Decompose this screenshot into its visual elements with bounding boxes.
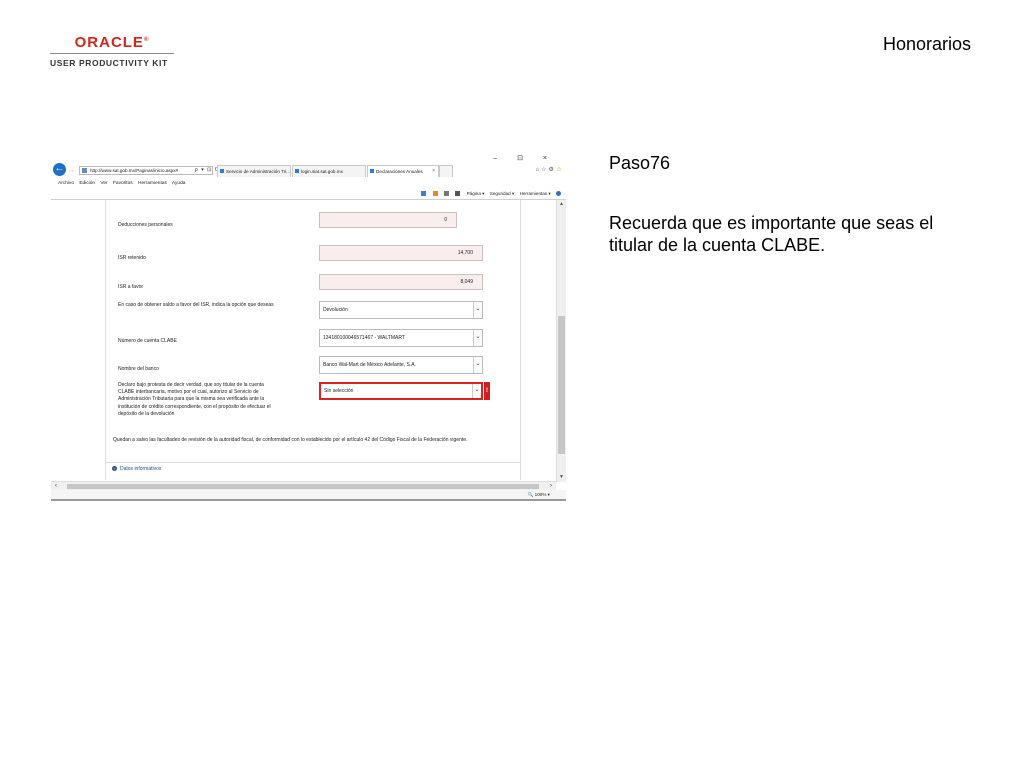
protesta-selected: Sin selección — [324, 388, 354, 394]
tab-favicon — [220, 169, 224, 173]
deducciones-label: Deducciones personales — [118, 222, 173, 228]
oracle-upk-logo: ORACLE® USER PRODUCTIVITY KIT — [50, 32, 174, 68]
protesta-label: Declaro bajo protesta de decir verdad, q… — [118, 382, 271, 417]
forward-arrow-icon[interactable]: → — [68, 166, 77, 175]
gear-icon[interactable]: ⚙ — [548, 166, 555, 173]
isr-favor-label: ISR a favor — [118, 284, 144, 290]
close-tab-icon[interactable]: × — [432, 166, 435, 177]
tab-sat[interactable]: Servicio de Administración Tri... — [217, 165, 291, 177]
address-text: http://www.sat.gob.mx/Paginas/inicio.asp… — [90, 168, 179, 173]
menu-favoritos[interactable]: Favoritos — [113, 181, 133, 186]
step-instruction: Recuerda que es importante que seas el t… — [609, 213, 934, 255]
section-divider — [105, 462, 521, 463]
command-pagina[interactable]: Página ▾ — [467, 191, 485, 196]
menu-archivo[interactable]: Archivo — [58, 181, 74, 186]
menu-bar: Archivo Edición Ver Favoritos Herramient… — [51, 179, 566, 188]
home-icon[interactable] — [421, 191, 427, 197]
menu-herramientas[interactable]: Herramientas — [138, 181, 167, 186]
tab-favicon — [370, 169, 374, 173]
datos-informativos-link[interactable]: + Datos informativos — [112, 465, 161, 473]
step-label: Paso76 — [609, 153, 671, 173]
command-herramientas[interactable]: Herramientas ▾ — [520, 191, 551, 196]
chevron-down-icon[interactable]: ⌄ — [472, 384, 481, 398]
banco-selected: Banco Wal-Mart de México Adelante, S.A. — [323, 362, 416, 368]
isr-favor-field[interactable]: 8,049 — [319, 274, 483, 290]
banco-select[interactable]: Banco Wal-Mart de México Adelante, S.A. … — [319, 356, 483, 374]
oracle-logo-text: ORACLE® — [74, 34, 150, 51]
logo-subtitle: USER PRODUCTIVITY KIT — [50, 58, 168, 68]
help-icon[interactable] — [556, 191, 561, 197]
chevron-down-icon[interactable]: ⌄ — [473, 302, 482, 318]
address-tools[interactable]: ρ ▾ ⊡ C — [195, 166, 219, 175]
vertical-scroll-thumb[interactable] — [558, 316, 565, 454]
menu-edicion[interactable]: Edición — [79, 181, 95, 186]
datos-informativos-label: Datos informativos — [120, 466, 162, 472]
site-icon — [82, 168, 87, 173]
clabe-select[interactable]: 134180100046571467 - WALTMART ⌄ — [319, 329, 483, 347]
new-tab-button[interactable] — [439, 165, 453, 177]
command-seguridad[interactable]: Seguridad ▾ — [490, 191, 515, 196]
saldo-selected: Devolución — [323, 307, 348, 313]
deducciones-field[interactable]: 0 — [319, 212, 457, 228]
required-error-badge: ! — [484, 382, 490, 400]
protesta-select[interactable]: Sin selección ⌄ — [319, 382, 483, 400]
logo-divider — [50, 53, 174, 54]
rss-icon[interactable] — [432, 191, 438, 197]
banco-label: Nombre del banco — [118, 366, 159, 372]
saldo-select[interactable]: Devolución ⌄ — [319, 301, 483, 319]
zoom-level[interactable]: 🔍 100% ▾ — [528, 490, 550, 499]
horizontal-scrollbar[interactable]: ‹ › — [51, 481, 556, 490]
clabe-label: Número de cuenta CLABE — [118, 338, 177, 344]
mail-icon[interactable] — [444, 191, 450, 197]
horizontal-scroll-thumb[interactable] — [67, 484, 539, 489]
browser-right-icons: ⌂☆⚙☺ — [535, 166, 564, 173]
tab-favicon — [295, 169, 299, 173]
smiley-icon[interactable]: ☺ — [556, 167, 564, 173]
command-bar: Página ▾ Seguridad ▾ Herramientas ▾ — [51, 188, 566, 200]
legal-notice: Quedan a salvo las facultades de revisió… — [113, 437, 468, 443]
vertical-scrollbar[interactable]: ▲ ▼ — [556, 200, 566, 482]
menu-ver[interactable]: Ver — [100, 181, 107, 186]
isr-retenido-label: ISR retenido — [118, 255, 146, 261]
menu-ayuda[interactable]: Ayuda — [172, 181, 186, 186]
plus-circle-icon: + — [112, 466, 117, 472]
address-bar[interactable]: http://www.sat.gob.mx/Paginas/inicio.asp… — [79, 166, 213, 175]
tab-label: Servicio de Administración Tri... — [226, 169, 291, 174]
status-bar: 🔍 100% ▾ — [51, 490, 566, 499]
star-icon[interactable]: ☆ — [541, 166, 548, 173]
back-arrow-icon[interactable]: ← — [53, 163, 66, 176]
browser-window: ← → http://www.sat.gob.mx/Paginas/inicio… — [51, 153, 566, 501]
command-items: Página ▾ Seguridad ▾ Herramientas ▾ — [417, 190, 562, 198]
tab-label: login.siat.sat.gob.mx — [301, 169, 343, 174]
tab-declaraciones[interactable]: Declaraciones Anuales × — [367, 165, 439, 177]
isr-retenido-field[interactable]: 14,700 — [319, 245, 483, 261]
chevron-down-icon[interactable]: ⌄ — [473, 357, 482, 373]
clabe-selected: 134180100046571467 - WALTMART — [323, 335, 405, 341]
tab-label: Declaraciones Anuales — [376, 169, 423, 174]
browser-title-row: ← → http://www.sat.gob.mx/Paginas/inicio… — [51, 153, 566, 179]
saldo-label: En caso de obtener saldo a favor del ISR… — [118, 302, 274, 308]
slide-title: Honorarios — [882, 34, 971, 54]
scroll-down-icon[interactable]: ▼ — [557, 473, 566, 482]
chevron-down-icon[interactable]: ⌄ — [473, 330, 482, 346]
scroll-up-icon[interactable]: ▲ — [557, 200, 566, 209]
tab-login[interactable]: login.siat.sat.gob.mx — [292, 165, 366, 177]
window-controls[interactable]: – ⊡ × — [493, 154, 556, 162]
print-icon[interactable] — [455, 191, 461, 197]
